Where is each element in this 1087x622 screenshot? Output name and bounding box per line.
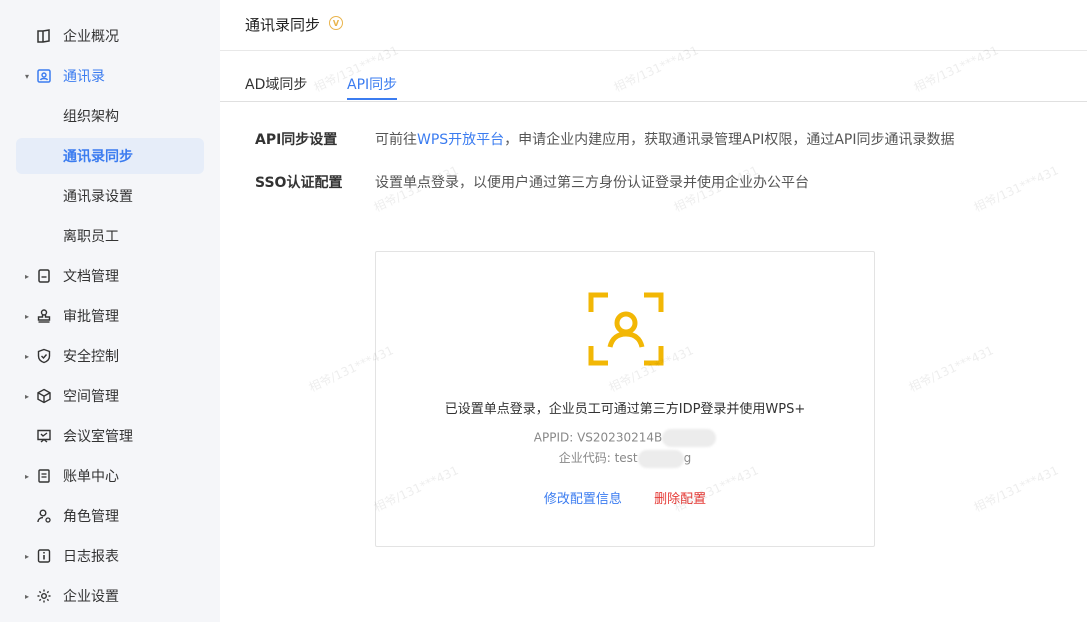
sidebar-item-enterprise-settings[interactable]: ▸ 企业设置	[16, 578, 204, 614]
sidebar-item-contacts[interactable]: ▾ 通讯录	[16, 58, 204, 94]
sidebar-item-billing-center[interactable]: ▸ 账单中心	[16, 458, 204, 494]
sidebar: 企业概况 ▾ 通讯录 组织架构 通讯录同步 通讯录设置 离职员工 ▸ 文档管理 …	[0, 0, 220, 622]
sso-config-card: 已设置单点登录，企业员工可通过第三方IDP登录并使用WPS+ APPID: VS…	[375, 251, 875, 547]
tab-ad-sync[interactable]: AD域同步	[245, 74, 307, 94]
api-sync-settings-label: API同步设置	[255, 132, 338, 148]
document-icon	[36, 268, 52, 284]
bill-icon	[36, 468, 52, 484]
company-code-suffix: g	[683, 451, 692, 465]
chevron-right-icon: ▸	[24, 471, 29, 481]
sidebar-item-security-control[interactable]: ▸ 安全控制	[16, 338, 204, 374]
api-sync-text-before: 可前往	[375, 132, 417, 148]
chevron-right-icon: ▸	[24, 311, 29, 321]
chevron-right-icon: ▸	[24, 551, 29, 561]
vip-badge-icon: V	[329, 16, 343, 30]
sidebar-item-label: 账单中心	[63, 469, 119, 485]
card-actions: 修改配置信息 删除配置	[376, 488, 874, 507]
page-title: 通讯录同步	[245, 16, 321, 34]
api-sync-text-after: ，申请企业内建应用，获取通讯录管理API权限，通过API同步通讯录数据	[504, 132, 955, 148]
cube-icon	[36, 388, 52, 404]
sidebar-item-role-management[interactable]: 角色管理	[16, 498, 204, 534]
sso-config-label: SSO认证配置	[255, 175, 343, 191]
watermark: 相爷/131***431	[906, 343, 996, 395]
company-code-prefix: 企业代码: test	[558, 451, 638, 465]
book-icon	[36, 28, 52, 44]
sidebar-item-space-management[interactable]: ▸ 空间管理	[16, 378, 204, 414]
meeting-icon	[36, 428, 52, 444]
user-scan-icon	[588, 292, 664, 366]
chevron-down-icon: ▾	[24, 71, 29, 81]
main-content: 通讯录同步 V AD域同步 API同步 API同步设置 可前往WPS开放平台，申…	[220, 0, 1087, 622]
tab-active-indicator	[347, 98, 397, 100]
sidebar-item-enterprise-overview[interactable]: 企业概况	[16, 18, 204, 54]
sidebar-item-label: 企业概况	[63, 29, 119, 45]
sidebar-item-label: 空间管理	[63, 389, 119, 405]
sidebar-item-label: 安全控制	[63, 349, 119, 365]
sso-config-description: 设置单点登录，以便用户通过第三方身份认证登录并使用企业办公平台	[375, 175, 809, 191]
stamp-icon	[36, 308, 52, 324]
api-sync-description: 可前往WPS开放平台，申请企业内建应用，获取通讯录管理API权限，通过API同步…	[375, 129, 954, 149]
appid-value: APPID: VS20230214B	[533, 430, 663, 445]
sidebar-item-org-structure[interactable]: 组织架构	[16, 98, 204, 134]
sidebar-item-label: 审批管理	[63, 309, 119, 325]
chevron-right-icon: ▸	[24, 591, 29, 601]
watermark: 相爷/131***431	[971, 463, 1061, 515]
gear-icon	[36, 588, 52, 604]
sidebar-item-log-reports[interactable]: ▸ 日志报表	[16, 538, 204, 574]
info-icon	[36, 548, 52, 564]
sidebar-item-document-management[interactable]: ▸ 文档管理	[16, 258, 204, 294]
tab-bar: AD域同步 API同步	[220, 52, 1087, 102]
sidebar-item-label: 通讯录	[63, 69, 105, 85]
chevron-right-icon: ▸	[24, 271, 29, 281]
tab-api-sync[interactable]: API同步	[347, 74, 397, 94]
chevron-right-icon: ▸	[24, 391, 29, 401]
sso-status-text: 已设置单点登录，企业员工可通过第三方IDP登录并使用WPS+	[444, 402, 806, 417]
sidebar-item-label: 日志报表	[63, 549, 119, 565]
sidebar-item-label: 文档管理	[63, 269, 119, 285]
wps-open-platform-link[interactable]: WPS开放平台	[417, 132, 504, 148]
sidebar-item-contacts-settings[interactable]: 通讯录设置	[16, 178, 204, 214]
watermark: 相爷/131***431	[971, 163, 1061, 215]
page-header: 通讯录同步 V	[220, 0, 1087, 51]
sidebar-item-meeting-room-management[interactable]: 会议室管理	[16, 418, 204, 454]
sidebar-item-departed-employees[interactable]: 离职员工	[16, 218, 204, 254]
sidebar-item-label: 角色管理	[63, 509, 119, 525]
sidebar-item-label: 通讯录设置	[63, 189, 133, 205]
sidebar-item-label: 会议室管理	[63, 429, 133, 445]
redacted-mask	[637, 449, 684, 468]
contacts-icon	[36, 68, 52, 84]
shield-icon	[36, 348, 52, 364]
sidebar-item-label: 离职员工	[63, 229, 119, 245]
appid-text: APPID: VS20230214B	[376, 429, 874, 447]
sidebar-item-label: 企业设置	[63, 589, 119, 605]
sidebar-item-label: 组织架构	[63, 109, 119, 125]
company-code-text: 企业代码: test g	[376, 449, 874, 468]
sidebar-item-contacts-sync[interactable]: 通讯录同步	[16, 138, 204, 174]
edit-config-button[interactable]: 修改配置信息	[544, 492, 622, 507]
delete-config-button[interactable]: 删除配置	[654, 492, 706, 507]
user-role-icon	[36, 508, 52, 524]
sidebar-item-label: 通讯录同步	[63, 149, 133, 165]
sidebar-item-approval-management[interactable]: ▸ 审批管理	[16, 298, 204, 334]
redacted-mask	[662, 429, 717, 447]
chevron-right-icon: ▸	[24, 351, 29, 361]
